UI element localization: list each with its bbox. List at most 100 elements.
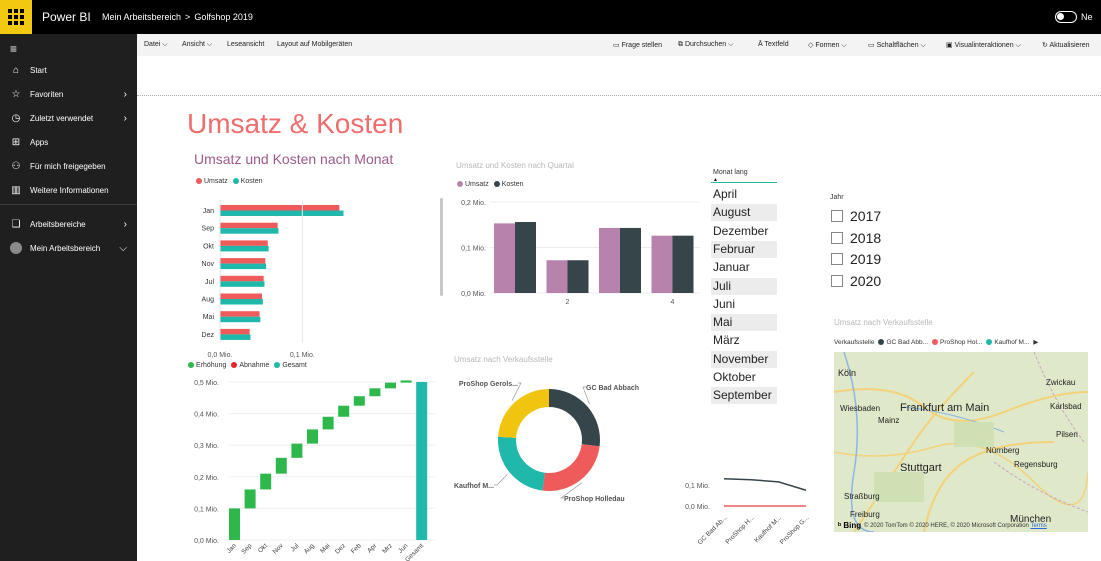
donut-slice[interactable]: [549, 389, 600, 447]
refresh-button[interactable]: ↻ Aktualisieren: [1042, 41, 1090, 49]
ask-question-button[interactable]: ▭ Frage stellen: [613, 41, 662, 49]
bar-kosten[interactable]: [515, 222, 536, 293]
textbox-button[interactable]: Ā Textfeld: [758, 41, 789, 48]
bar-kosten[interactable]: [220, 299, 263, 305]
bar-umsatz[interactable]: [220, 311, 260, 317]
bar-umsatz[interactable]: [220, 240, 268, 246]
month-slicer-item[interactable]: Dezember: [711, 223, 777, 240]
legend-item-umsatz[interactable]: Umsatz: [196, 178, 228, 185]
checkbox[interactable]: [831, 210, 843, 222]
waterfall-bar[interactable]: [400, 380, 412, 383]
breadcrumb-workspace[interactable]: Mein Arbeitsbereich: [102, 12, 181, 22]
bar-kosten[interactable]: [220, 210, 344, 217]
legend-item-kosten[interactable]: Kosten: [232, 178, 263, 185]
bar-umsatz[interactable]: [546, 260, 568, 293]
shapes-button[interactable]: ◇ Formen ⌵: [808, 41, 847, 50]
legend-item-umsatz[interactable]: Umsatz: [457, 181, 489, 188]
visual-interactions-button[interactable]: ▣ Visualinteraktionen ⌵: [946, 41, 1021, 50]
month-slicer-item[interactable]: August: [711, 204, 777, 222]
map-terms-link[interactable]: Terms: [1030, 523, 1046, 529]
mobile-layout-button[interactable]: Layout auf Mobilgeräten: [277, 41, 352, 48]
legend-item-kaufhof[interactable]: Kaufhof M...: [986, 339, 1029, 346]
waterfall-bar[interactable]: [322, 416, 334, 430]
year-slicer-item[interactable]: 2017: [831, 208, 881, 224]
app-name[interactable]: Power BI: [42, 10, 91, 24]
bar-kosten[interactable]: [672, 235, 694, 293]
nav-item-arbeitsbereiche[interactable]: ❏ Arbeitsbereiche ›: [0, 214, 137, 234]
month-slicer-item[interactable]: Februar: [711, 240, 777, 258]
bar-umsatz[interactable]: [651, 235, 673, 293]
leseansicht-button[interactable]: Leseansicht: [227, 41, 264, 48]
bar-kosten[interactable]: [220, 316, 261, 323]
month-slicer-item[interactable]: März: [711, 332, 777, 349]
month-slicer-item[interactable]: September: [711, 387, 777, 405]
bar-umsatz[interactable]: [220, 275, 264, 282]
bar-umsatz[interactable]: [599, 227, 620, 293]
waterfall-bar[interactable]: [369, 388, 381, 397]
line-chart[interactable]: 0,1 Mio.0,0 Mio.GC Bad Ab...ProShop H...…: [672, 438, 812, 550]
bar-umsatz[interactable]: [220, 222, 278, 229]
line-series[interactable]: [723, 477, 807, 491]
waterfall-bar[interactable]: [291, 443, 303, 458]
nav-item-zuletzt[interactable]: ◷ Zuletzt verwendet ›: [0, 108, 137, 128]
menu-ansicht[interactable]: Ansicht ⌵: [182, 41, 212, 49]
waterfall-bar[interactable]: [353, 396, 365, 406]
bar-kosten[interactable]: [220, 281, 265, 287]
bar-kosten[interactable]: [220, 334, 251, 340]
waterfall-chart[interactable]: 0,5 Mio. 0,4 Mio. 0,3 Mio. 0,2 Mio. 0,1 Mio.…: [185, 374, 440, 561]
hamburger-menu-icon[interactable]: ≡: [10, 42, 17, 56]
checkbox[interactable]: [831, 274, 843, 287]
nav-item-start[interactable]: ⌂ Start: [0, 60, 137, 80]
donut-slice[interactable]: [498, 436, 545, 491]
legend-item-erhoehung[interactable]: Erhöhung: [188, 362, 226, 369]
map-visual[interactable]: Köln Frankfurt am Main Wiesbaden Mainz Zwick…: [834, 352, 1088, 532]
breadcrumb-report[interactable]: Golfshop 2019: [194, 12, 253, 22]
waterfall-bar[interactable]: [275, 457, 287, 474]
donut-slice[interactable]: [542, 444, 600, 491]
menu-datei[interactable]: Datei ⌵: [144, 41, 168, 49]
bar-umsatz[interactable]: [220, 258, 266, 264]
checkbox[interactable]: [831, 231, 843, 244]
bar-umsatz[interactable]: [220, 328, 250, 335]
year-slicer-item[interactable]: 2020: [831, 273, 881, 289]
buttons-button[interactable]: ▭ Schaltflächen ⌵: [868, 41, 926, 50]
bar-kosten[interactable]: [220, 245, 269, 252]
monthly-bar-chart[interactable]: Jan Sep Okt Nov Jul Aug Mai Dez 0,0 Mio. 0,1 Mio.: [190, 195, 390, 363]
year-slicer-item[interactable]: 2018: [831, 230, 881, 246]
legend-item-gc-bad-abbach[interactable]: GC Bad Abb...: [878, 339, 928, 346]
bar-umsatz[interactable]: [220, 205, 340, 211]
month-slicer-item[interactable]: April: [711, 186, 777, 203]
legend-item-gesamt[interactable]: Gesamt: [274, 362, 307, 369]
month-slicer-item[interactable]: November: [711, 350, 777, 368]
month-slicer-item[interactable]: Mai: [711, 314, 777, 332]
nav-item-weitere-informationen[interactable]: ▥ Weitere Informationen: [0, 180, 137, 200]
waterfall-bar[interactable]: [385, 382, 396, 389]
new-look-toggle[interactable]: [1055, 11, 1077, 23]
nav-item-freigegeben[interactable]: ⚇ Für mich freigegeben: [0, 156, 137, 176]
donut-chart[interactable]: GC Bad Abbach ProShop Holledau Kaufhof M..…: [450, 370, 650, 510]
waterfall-bar[interactable]: [244, 489, 256, 509]
waterfall-bar[interactable]: [260, 473, 272, 490]
nav-item-favoriten[interactable]: ☆ Favoriten ›: [0, 84, 137, 104]
donut-slice[interactable]: [498, 389, 549, 438]
app-launcher-button[interactable]: [0, 0, 32, 34]
month-slicer-item[interactable]: Oktober: [711, 369, 777, 386]
month-slicer-item[interactable]: Juni: [711, 296, 777, 313]
bar-umsatz[interactable]: [220, 293, 262, 300]
month-slicer-item[interactable]: Januar: [711, 259, 777, 276]
waterfall-bar[interactable]: [307, 429, 318, 444]
bar-kosten[interactable]: [567, 260, 589, 293]
waterfall-bar[interactable]: [416, 382, 428, 540]
checkbox[interactable]: [831, 253, 843, 265]
legend-next-icon[interactable]: ▶: [1033, 338, 1038, 346]
explore-button[interactable]: ⧉ Durchsuchen ⌵: [678, 41, 733, 49]
bar-kosten[interactable]: [220, 263, 267, 270]
legend-item-kosten[interactable]: Kosten: [493, 181, 524, 188]
year-slicer-item[interactable]: 2019: [831, 251, 881, 267]
waterfall-bar[interactable]: [338, 405, 350, 417]
legend-item-proshop-holledau[interactable]: ProShop Hol...: [932, 339, 982, 346]
month-slicer-item[interactable]: Juli: [711, 277, 777, 295]
vertical-scrollbar[interactable]: [440, 198, 443, 296]
nav-item-mein-arbeitsbereich[interactable]: Mein Arbeitsbereich ⌵: [0, 238, 137, 258]
bar-umsatz[interactable]: [494, 223, 515, 293]
